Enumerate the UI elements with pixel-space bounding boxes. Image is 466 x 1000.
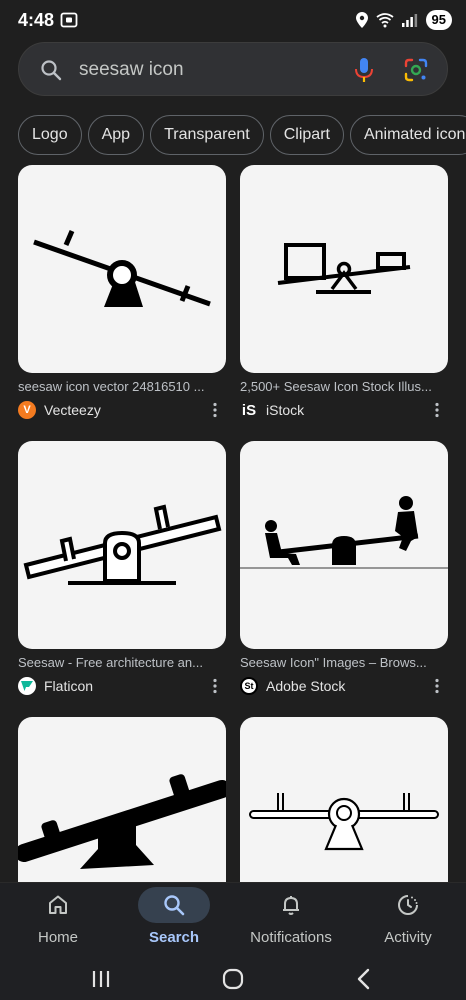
result-caption[interactable]: 2,500+ Seesaw Icon Stock Illus... bbox=[240, 379, 445, 394]
result-card[interactable] bbox=[18, 717, 226, 882]
nav-home-label: Home bbox=[37, 929, 78, 946]
result-card[interactable]: seesaw icon vector 24816510 ... V Vectee… bbox=[18, 165, 226, 420]
istock-logo-icon: iS bbox=[240, 401, 258, 419]
wifi-icon bbox=[375, 13, 394, 28]
chip-animated-icon[interactable]: Animated icon bbox=[349, 115, 466, 155]
location-icon bbox=[355, 12, 368, 28]
home-icon bbox=[49, 895, 67, 914]
result-thumbnail[interactable] bbox=[18, 165, 226, 373]
result-thumbnail[interactable] bbox=[240, 165, 448, 373]
more-options-icon[interactable] bbox=[212, 402, 218, 418]
nav-notifications-label: Notifications bbox=[250, 929, 332, 946]
nav-activity-label: Activity bbox=[384, 929, 432, 946]
screenshot-icon bbox=[60, 12, 78, 28]
result-source[interactable]: Flaticon bbox=[44, 678, 93, 694]
history-icon bbox=[398, 895, 418, 915]
image-results: seesaw icon vector 24816510 ... V Vectee… bbox=[0, 165, 466, 882]
result-thumbnail[interactable] bbox=[18, 441, 226, 649]
bottom-navigation: Home Search Notifications Activity bbox=[0, 882, 466, 956]
chip-logo[interactable]: Logo bbox=[18, 115, 82, 155]
more-options-icon[interactable] bbox=[434, 678, 440, 694]
more-options-icon[interactable] bbox=[434, 402, 440, 418]
google-lens-icon[interactable] bbox=[403, 57, 429, 83]
chip-transparent[interactable]: Transparent bbox=[150, 115, 264, 155]
result-card[interactable]: Seesaw - Free architecture an... Flatico… bbox=[18, 441, 226, 696]
result-caption[interactable]: Seesaw Icon" Images – Brows... bbox=[240, 655, 445, 670]
search-icon bbox=[164, 895, 185, 916]
adobe-stock-logo-icon: St bbox=[240, 677, 258, 695]
result-caption[interactable]: seesaw icon vector 24816510 ... bbox=[18, 379, 223, 394]
filter-chips: Logo App Transparent Clipart Animated icon bbox=[18, 115, 466, 155]
result-source[interactable]: Adobe Stock bbox=[266, 678, 345, 694]
nav-activity[interactable]: Activity bbox=[350, 883, 466, 957]
result-card[interactable]: Seesaw Icon" Images – Brows... St Adobe … bbox=[240, 441, 448, 696]
more-options-icon[interactable] bbox=[212, 678, 218, 694]
signal-icon bbox=[401, 14, 417, 27]
nav-search-label: Search bbox=[148, 929, 200, 946]
chip-clipart[interactable]: Clipart bbox=[269, 115, 344, 155]
nav-search[interactable]: Search bbox=[116, 883, 232, 957]
result-thumbnail[interactable] bbox=[240, 441, 448, 649]
home-button-icon[interactable] bbox=[218, 964, 248, 994]
chip-app[interactable]: App bbox=[87, 115, 145, 155]
flaticon-logo-icon bbox=[18, 677, 36, 695]
microphone-icon[interactable] bbox=[351, 56, 377, 84]
result-card[interactable] bbox=[240, 717, 448, 882]
system-navigation bbox=[0, 956, 466, 1000]
recent-apps-icon[interactable] bbox=[86, 964, 116, 994]
back-icon[interactable] bbox=[349, 964, 379, 994]
search-bar[interactable]: seesaw icon bbox=[18, 42, 448, 96]
nav-notifications[interactable]: Notifications bbox=[233, 883, 349, 957]
battery-badge: 95 bbox=[425, 10, 452, 30]
result-source[interactable]: iStock bbox=[266, 402, 304, 418]
status-bar: 4:48 95 bbox=[0, 0, 466, 40]
bell-icon bbox=[283, 896, 299, 915]
result-thumbnail[interactable] bbox=[18, 717, 226, 882]
status-time: 4:48 bbox=[18, 10, 55, 30]
result-card[interactable]: 2,500+ Seesaw Icon Stock Illus... iS iSt… bbox=[240, 165, 448, 420]
vecteezy-logo-icon: V bbox=[18, 401, 36, 419]
nav-home[interactable]: Home bbox=[0, 883, 116, 957]
result-thumbnail[interactable] bbox=[240, 717, 448, 882]
result-source[interactable]: Vecteezy bbox=[44, 402, 101, 418]
result-caption[interactable]: Seesaw - Free architecture an... bbox=[18, 655, 223, 670]
search-icon bbox=[41, 60, 62, 81]
search-input[interactable]: seesaw icon bbox=[79, 59, 184, 81]
